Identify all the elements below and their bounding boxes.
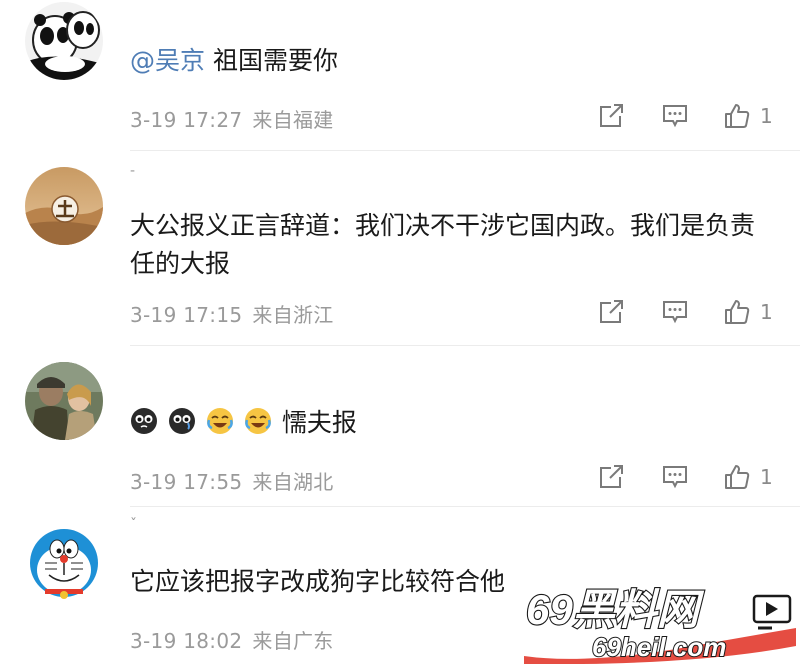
reply-button[interactable] (660, 461, 690, 493)
doraemon-avatar-icon (25, 523, 103, 601)
share-button[interactable] (596, 461, 626, 493)
like-count: 1 (760, 104, 773, 128)
watermark-logo-text: 69黑料网 (526, 586, 705, 633)
user-avatar[interactable] (25, 362, 103, 440)
comment-item: 懦夫报 3-19 17:55 来自湖北 1 (0, 346, 800, 506)
comment-meta: 3-19 18:02 来自广东 (130, 625, 344, 654)
share-icon (600, 300, 623, 323)
comment-date: 3-19 17:27 (130, 108, 243, 132)
user-avatar[interactable] (25, 523, 103, 601)
comment-text: 大公报义正言辞道：我们决不干涉它国内政。我们是负责任的大报 (130, 211, 756, 278)
comment-meta: 3-19 17:55 来自湖北 (130, 466, 344, 495)
comment-date: 3-19 18:02 (130, 629, 243, 653)
crying-laugh-emoji-icon (244, 408, 271, 434)
watermark-logo-icon: 69黑料网 69heil.com (524, 585, 796, 665)
black-face-emoji-icon (168, 408, 195, 434)
mention-link[interactable]: @吴京 (130, 46, 205, 75)
like-button[interactable]: 1 (722, 296, 773, 328)
site-watermark: 69黑料网 69heil.com (520, 572, 800, 665)
comment-date: 3-19 17:55 (130, 470, 243, 494)
share-button[interactable] (596, 296, 626, 328)
username[interactable]: ˇ (130, 517, 138, 533)
comment-meta: 3-19 17:27 来自福建 (130, 104, 344, 133)
comment-date: 3-19 17:15 (130, 303, 243, 327)
like-button[interactable]: 1 (722, 100, 773, 132)
comment-location: 来自浙江 (252, 303, 334, 327)
black-face-emoji-icon (131, 408, 157, 434)
user-avatar[interactable] (25, 167, 103, 245)
watermark-url-text: 69heil.com (592, 632, 726, 662)
share-button[interactable] (596, 100, 626, 132)
thumbs-up-icon (725, 465, 750, 489)
comment-item: @吴京 祖国需要你 3-19 17:27 来自福建 1 (0, 0, 800, 150)
comment-actions: 1 (596, 296, 786, 328)
thumbs-up-icon (725, 104, 750, 128)
comment-icon (663, 301, 687, 324)
user-avatar[interactable] (25, 2, 103, 80)
comment-icon (663, 466, 687, 489)
like-count: 1 (760, 465, 773, 489)
username[interactable]: - (130, 163, 136, 179)
desert-avatar-icon (25, 167, 103, 245)
thumbs-up-icon (725, 300, 750, 324)
reply-button[interactable] (660, 296, 690, 328)
like-button[interactable]: 1 (722, 461, 773, 493)
comment-text: 懦夫报 (130, 404, 772, 442)
comment-actions: 1 (596, 461, 786, 493)
panda-avatar-icon (25, 2, 103, 80)
comment-meta: 3-19 17:15 来自浙江 (130, 299, 344, 328)
comment-icon (663, 105, 687, 128)
reply-button[interactable] (660, 100, 690, 132)
crying-laugh-emoji-icon (206, 408, 233, 434)
like-count: 1 (760, 300, 773, 324)
share-icon (600, 465, 623, 488)
soldier-avatar-icon (25, 362, 103, 440)
comment-location: 来自福建 (252, 108, 334, 132)
comment-actions: 1 (596, 100, 786, 132)
comment-text: @吴京 祖国需要你 (130, 46, 338, 75)
comment-location: 来自广东 (252, 629, 334, 653)
comment-item: - 大公报义正言辞道：我们决不干涉它国内政。我们是负责任的大报 3-19 17:… (0, 151, 800, 345)
share-icon (600, 104, 623, 127)
comment-location: 来自湖北 (252, 470, 334, 494)
